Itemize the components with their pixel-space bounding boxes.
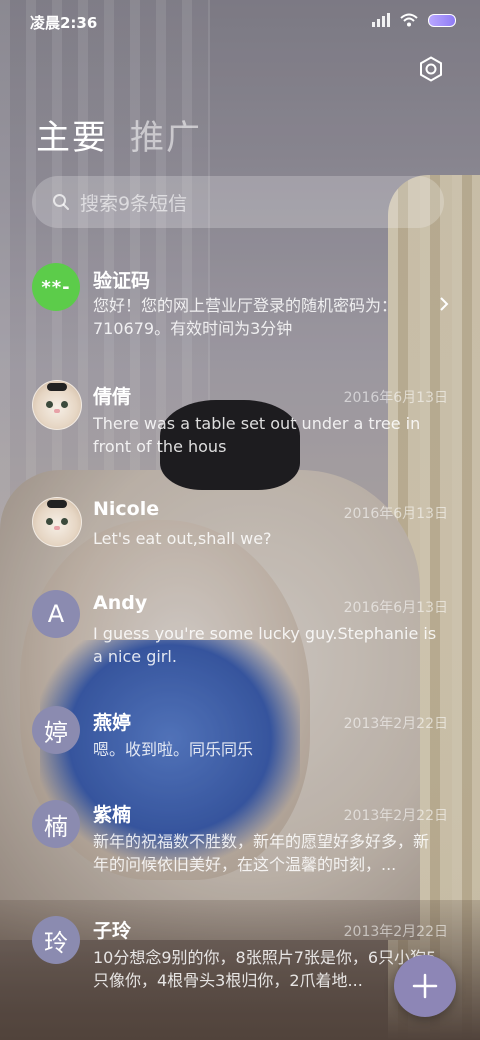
- message-date: 2016年6月13日: [343, 600, 448, 616]
- message-preview: 嗯。收到啦。同乐同乐: [93, 740, 254, 759]
- message-sender: Andy: [93, 592, 148, 614]
- message-date: 2016年6月13日: [343, 506, 448, 522]
- tab-promotions[interactable]: 推广: [130, 110, 202, 159]
- status-icons: [372, 13, 456, 27]
- message-preview: 新年的祝福数不胜数，新年的愿望好多好多，新年的问候依旧美好，在这个温馨的时刻，.…: [93, 832, 430, 874]
- plus-icon: [412, 973, 438, 999]
- avatar: 玲: [32, 916, 80, 964]
- avatar-text: 玲: [44, 928, 68, 957]
- message-preview: Let's eat out,shall we?: [93, 529, 272, 548]
- cat-avatar-icon: [33, 498, 81, 546]
- search-input[interactable]: 搜索9条短信: [80, 189, 187, 216]
- message-date: 2013年2月22日: [343, 808, 448, 824]
- avatar-text: 婷: [44, 718, 68, 747]
- avatar-text: 楠: [44, 812, 68, 841]
- message-sender: Nicole: [93, 498, 160, 520]
- cat-avatar-icon: [33, 381, 81, 429]
- message-sender: 紫楠: [93, 804, 132, 826]
- message-sender: 倩倩: [93, 386, 132, 408]
- new-message-button[interactable]: [394, 955, 456, 1017]
- chevron-right-icon: [440, 297, 449, 311]
- avatar-text: **-: [41, 276, 71, 298]
- message-preview: 10分想念9别的你，8张照片7张是你，6只小狗5只像你，4根骨头3根归你，2爪着…: [93, 948, 437, 990]
- search-icon: [53, 194, 69, 210]
- message-sender: 子玲: [93, 920, 132, 942]
- avatar: 婷: [32, 706, 80, 754]
- tab-primary[interactable]: 主要: [36, 110, 108, 159]
- avatar: **-: [32, 263, 80, 311]
- status-time: 凌晨2:36: [30, 14, 98, 32]
- message-date: 2013年2月22日: [343, 924, 448, 940]
- avatar: A: [32, 590, 80, 638]
- message-preview: I guess you're some lucky guy.Stephanie …: [93, 624, 437, 666]
- tab-bar: 主要 推广: [36, 110, 202, 159]
- avatar: [32, 497, 82, 547]
- avatar: [32, 380, 82, 430]
- message-sender: 燕婷: [93, 712, 132, 734]
- message-date: 2016年6月13日: [343, 390, 448, 406]
- message-preview: There was a table set out under a tree i…: [93, 414, 421, 456]
- wifi-icon: [400, 13, 418, 27]
- message-preview: 您好！您的网上营业厅登录的随机密码为：710679。有效时间为3分钟: [93, 296, 398, 338]
- signal-icon: [372, 13, 390, 27]
- search-bar[interactable]: 搜索9条短信: [32, 176, 444, 228]
- avatar-text: A: [47, 600, 65, 628]
- status-bar: 凌晨2:36: [0, 0, 480, 44]
- message-date: 2013年2月22日: [343, 716, 448, 732]
- battery-icon: [428, 13, 456, 27]
- settings-icon[interactable]: [418, 56, 444, 82]
- avatar: 楠: [32, 800, 80, 848]
- message-sender: 验证码: [93, 270, 151, 292]
